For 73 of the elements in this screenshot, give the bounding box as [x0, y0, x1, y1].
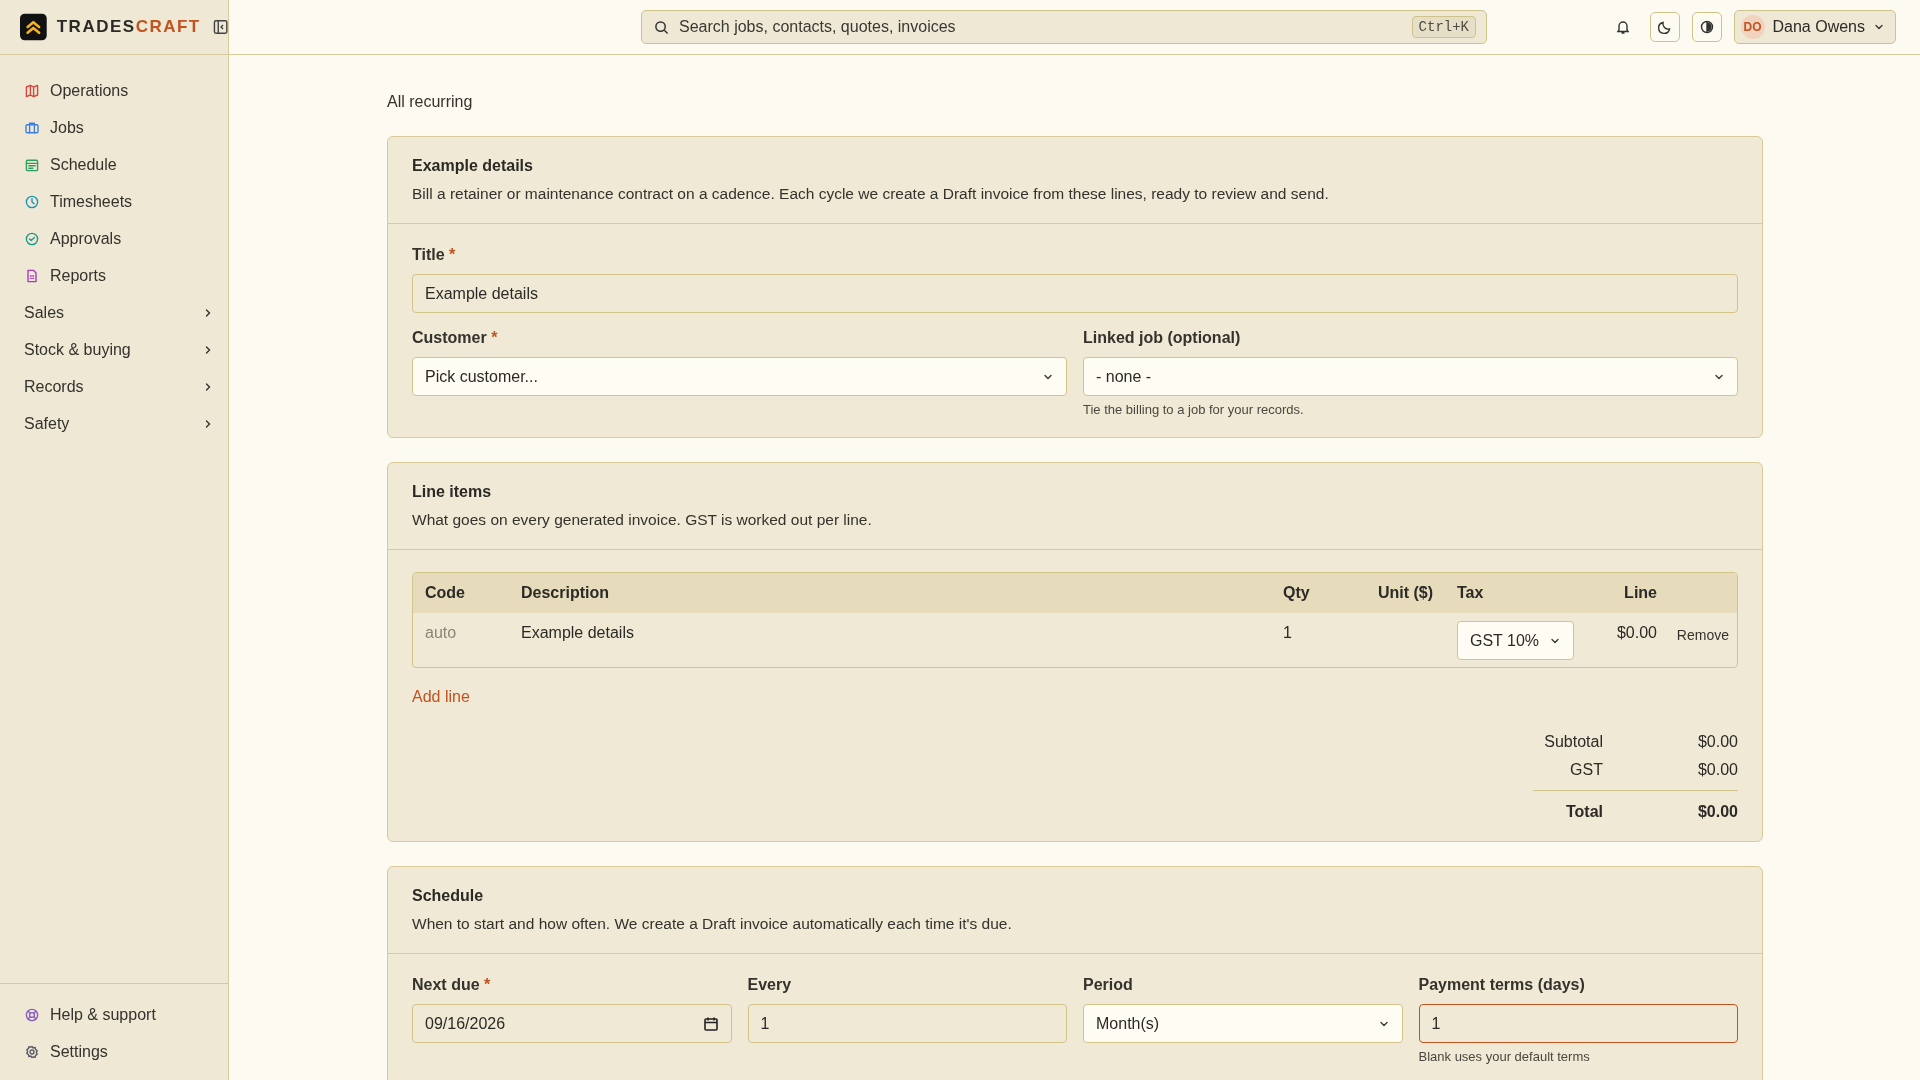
column-header: Unit ($): [1376, 583, 1434, 603]
total-label: GST: [1569, 761, 1603, 779]
sidebar-toggle-icon[interactable]: [212, 19, 228, 35]
clock-icon: [24, 193, 40, 210]
bell-icon: [1614, 19, 1631, 35]
sidebar-item[interactable]: Settings: [24, 1033, 214, 1070]
breadcrumb-link[interactable]: All recurring: [387, 93, 473, 111]
field-label: Linked job (optional): [1083, 329, 1241, 347]
date-field[interactable]: 09/16/2026: [412, 1004, 732, 1043]
column-header: Code: [424, 583, 466, 603]
contrast-button[interactable]: [1691, 12, 1722, 42]
check-circle-icon: [24, 230, 40, 247]
field-hint: Blank uses your default terms: [1418, 1050, 1590, 1064]
sidebar-item[interactable]: Jobs: [24, 109, 214, 146]
search-icon: [654, 19, 669, 35]
total-label: Total: [1564, 803, 1603, 821]
brand-name: TRADESCRAFT: [56, 17, 201, 37]
sidebar-item[interactable]: Reports: [24, 257, 214, 294]
field-label: Customer *: [412, 329, 498, 347]
column-header: Description: [520, 583, 610, 603]
calendar-icon: [702, 1015, 719, 1032]
input-field[interactable]: 1: [747, 1004, 1067, 1043]
settings-icon: [24, 1043, 40, 1060]
table-cell-text: $0.00: [1615, 623, 1658, 643]
total-label: Subtotal: [1543, 733, 1603, 751]
contrast-icon: [1698, 19, 1715, 35]
card-description: Bill a retainer or maintenance contract on a cadence. Each cycle we create a Draft invoice from these lines, ready to review and send.: [412, 185, 1329, 203]
field-label: Next due *: [412, 976, 491, 994]
input-field[interactable]: 1: [1418, 1004, 1738, 1043]
card-title: Example details: [412, 157, 533, 175]
column-header: Tax: [1456, 583, 1485, 603]
moon-button[interactable]: [1649, 12, 1680, 42]
card-title: Schedule: [412, 887, 484, 905]
select-field[interactable]: Pick customer...: [412, 357, 1067, 396]
column-header: Qty: [1282, 583, 1311, 603]
logo-icon: [20, 13, 47, 41]
table-cell-text: Example details: [520, 623, 635, 643]
field-hint: Tie the billing to a job for your records.: [1083, 403, 1304, 417]
sidebar-group[interactable]: Safety: [24, 405, 214, 442]
add-line-link[interactable]: Add line: [412, 688, 470, 706]
card-description: When to start and how often. We create a Draft invoice automatically each time it's due.: [412, 915, 1012, 933]
sidebar-item[interactable]: Schedule: [24, 146, 214, 183]
map-icon: [24, 82, 40, 99]
table-cell-text: auto: [424, 623, 458, 643]
moon-icon: [1656, 19, 1673, 35]
field-label: Period: [1083, 976, 1133, 994]
sidebar-group[interactable]: Records: [24, 368, 214, 405]
sidebar-item[interactable]: Approvals: [24, 220, 214, 257]
total-value: $0.00: [1697, 733, 1738, 751]
total-value: $0.00: [1697, 761, 1738, 779]
user-menu-button[interactable]: DO Dana Owens: [1733, 10, 1896, 44]
tax-select[interactable]: GST 10%: [1457, 621, 1575, 660]
column-header: Line: [1623, 583, 1658, 603]
sidebar-item[interactable]: Help & support: [24, 996, 214, 1033]
input-field[interactable]: Example details: [412, 274, 1738, 313]
total-value: $0.00: [1697, 803, 1738, 821]
field-label: Title *: [412, 246, 456, 264]
remove-button[interactable]: Remove: [1676, 613, 1737, 643]
card-description: What goes on every generated invoice. GST is worked out per line.: [412, 511, 872, 529]
document-icon: [24, 267, 40, 284]
sidebar-group[interactable]: Sales: [24, 294, 214, 331]
select-field[interactable]: Month(s): [1083, 1004, 1403, 1043]
field-label: Every: [747, 976, 792, 994]
table-cell-text: 1: [1282, 623, 1293, 643]
sidebar-item[interactable]: Operations: [24, 72, 214, 109]
search-field[interactable]: Search jobs, contacts, quotes, invoices Ctrl+K: [641, 10, 1487, 44]
sidebar-group[interactable]: Stock & buying: [24, 331, 214, 368]
select-field[interactable]: - none -: [1083, 357, 1738, 396]
field-label: Payment terms (days): [1418, 976, 1585, 994]
card-title: Line items: [412, 483, 492, 501]
shortcut-hint: Ctrl+K: [1411, 16, 1476, 38]
lifebuoy-icon: [24, 1006, 40, 1023]
sidebar-item[interactable]: Timesheets: [24, 183, 214, 220]
